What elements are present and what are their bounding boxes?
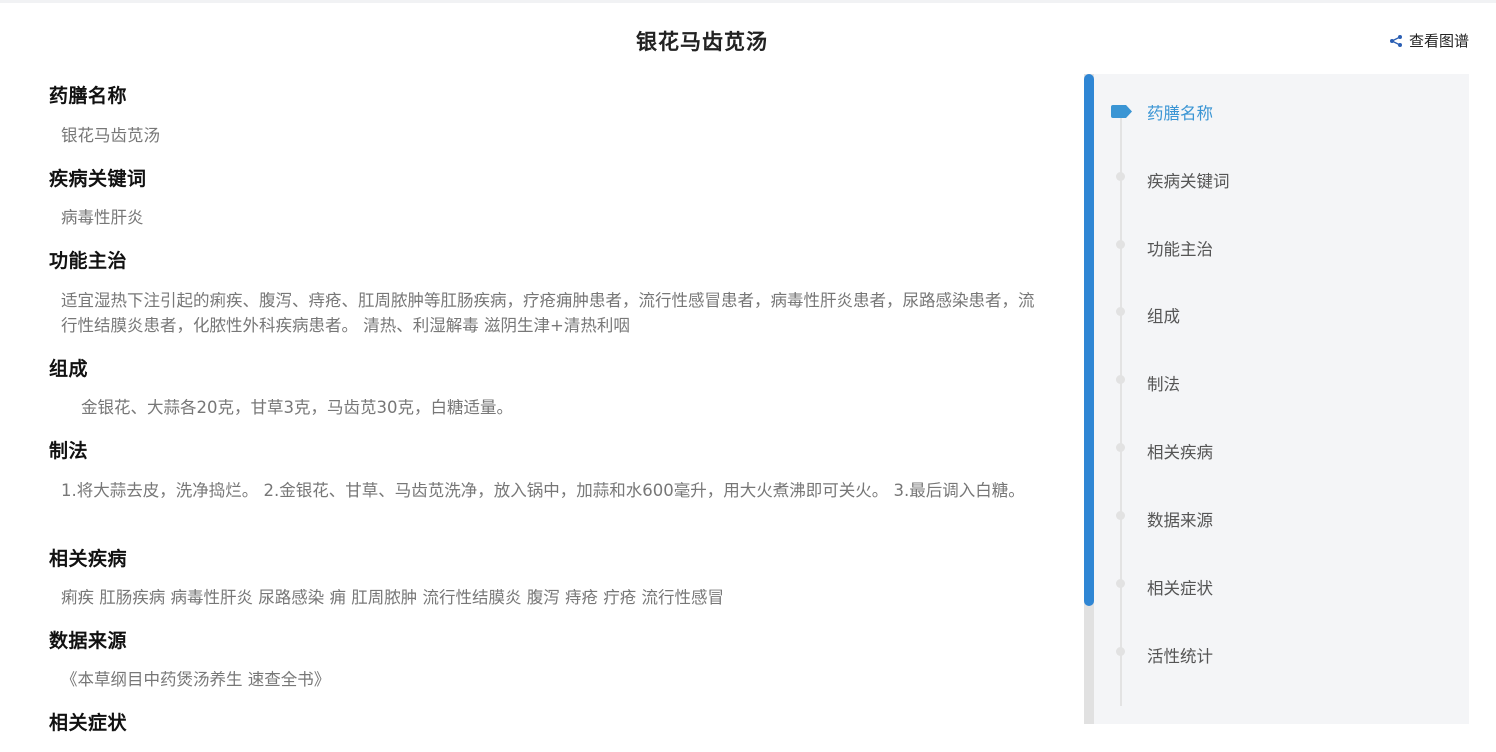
view-graph-button[interactable]: 查看图谱 — [1389, 30, 1469, 51]
toc-dot-symptoms — [1116, 579, 1125, 588]
toc-item-indications[interactable]: 功能主治 — [1147, 236, 1213, 260]
table-of-contents: 药膳名称 疾病关键词 功能主治 组成 制法 相关疾病 数据来源 相关症状 活性统… — [1084, 74, 1469, 724]
toc-item-preparation[interactable]: 制法 — [1147, 371, 1180, 395]
section-body-preparation: 1.将大蒜去皮，洗净捣烂。 2.金银花、甘草、马齿苋洗净，放入锅中，加蒜和水60… — [61, 481, 1025, 500]
toc-scrollbar-thumb[interactable] — [1084, 74, 1094, 606]
section-body-source: 《本草纲目中药煲汤养生 速查全书》 — [61, 670, 331, 689]
section-title-preparation: 制法 — [49, 440, 89, 462]
tag-icon — [1111, 103, 1132, 122]
toc-item-activity-stats[interactable]: 活性统计 — [1147, 643, 1213, 667]
section-body-composition: 金银花、大蒜各20克，甘草3克，马齿苋30克，白糖适量。 — [81, 398, 513, 417]
toc-item-symptoms[interactable]: 相关症状 — [1147, 575, 1213, 599]
toc-item-composition[interactable]: 组成 — [1147, 303, 1180, 327]
toc-item-source[interactable]: 数据来源 — [1147, 507, 1213, 531]
toc-dot-related-diseases — [1116, 443, 1125, 452]
toc-dot-activity-stats — [1116, 647, 1125, 656]
toc-item-keywords[interactable]: 疾病关键词 — [1147, 168, 1230, 192]
share-icon — [1389, 34, 1403, 48]
section-body-indications: 适宜湿热下注引起的痢疾、腹泻、痔疮、肛周脓肿等肛肠疾病，疗疮痈肿患者，流行性感冒… — [61, 291, 1035, 335]
page-title: 银花马齿苋汤 — [636, 30, 768, 54]
toc-dot-preparation — [1116, 375, 1125, 384]
section-title-keywords: 疾病关键词 — [49, 168, 147, 190]
section-body-keywords: 病毒性肝炎 — [61, 208, 144, 227]
top-border — [0, 0, 1496, 3]
section-body-related-diseases: 痢疾 肛肠疾病 病毒性肝炎 尿路感染 痈 肛周脓肿 流行性结膜炎 腹泻 痔疮 疔… — [61, 588, 724, 607]
toc-dot-source — [1116, 511, 1125, 520]
toc-dot-indications — [1116, 240, 1125, 249]
section-title-indications: 功能主治 — [49, 250, 128, 272]
view-graph-label: 查看图谱 — [1408, 32, 1469, 50]
toc-item-name[interactable]: 药膳名称 — [1147, 100, 1213, 124]
toc-timeline — [1120, 110, 1122, 706]
section-title-composition: 组成 — [49, 358, 89, 380]
toc-item-related-diseases[interactable]: 相关疾病 — [1147, 439, 1213, 463]
toc-dot-composition — [1116, 307, 1125, 316]
section-title-symptoms: 相关症状 — [49, 712, 128, 734]
toc-scrollbar[interactable] — [1084, 74, 1094, 724]
section-title-name: 药膳名称 — [49, 85, 128, 107]
section-body-name: 银花马齿苋汤 — [61, 126, 160, 145]
section-title-related-diseases: 相关疾病 — [49, 548, 128, 570]
toc-dot-keywords — [1116, 172, 1125, 181]
section-title-source: 数据来源 — [49, 630, 128, 652]
